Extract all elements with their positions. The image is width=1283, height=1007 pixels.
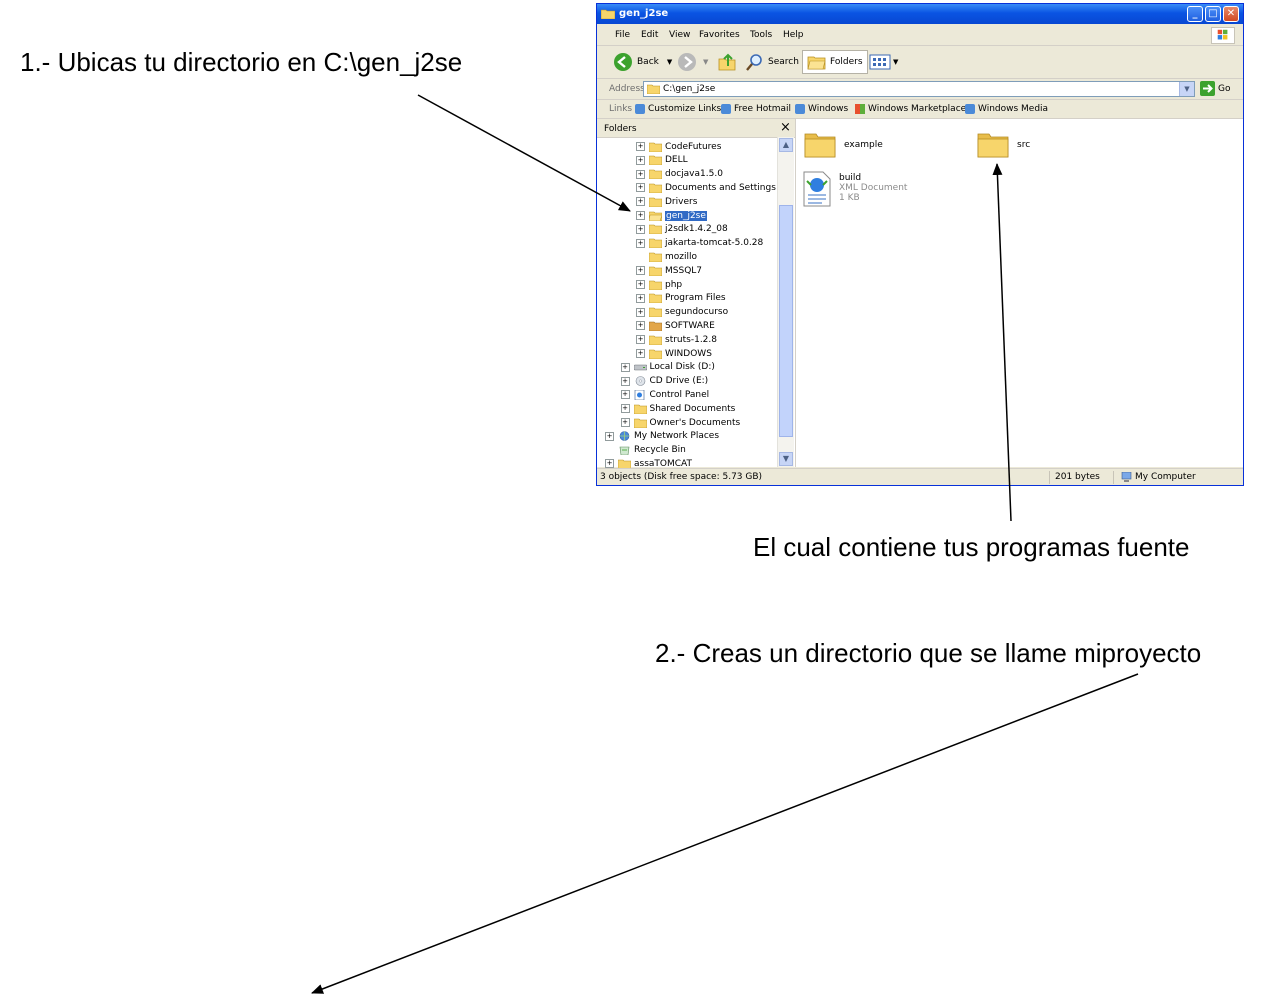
arrow-to-new-directory <box>311 673 1139 994</box>
annotation-arrows <box>311 94 1139 994</box>
arrow-to-gen-j2se <box>417 94 631 212</box>
arrow-to-src-folder <box>992 163 1012 522</box>
